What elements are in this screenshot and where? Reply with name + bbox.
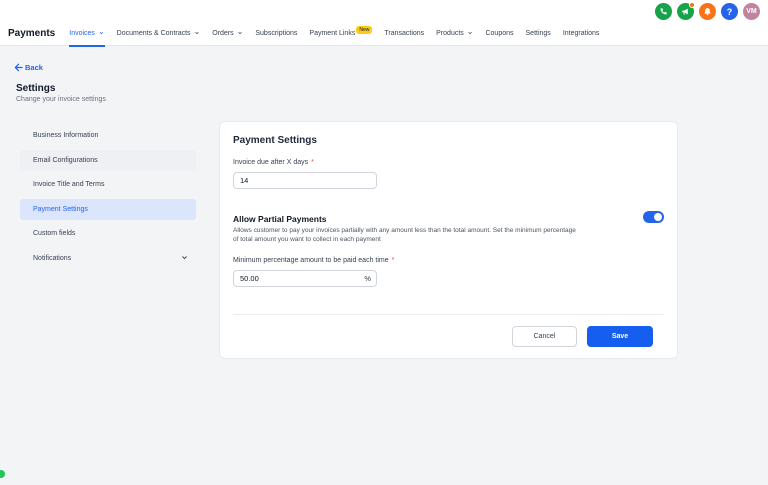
partial-payments-description: Allows customer to pay your invoices par…	[233, 227, 576, 243]
nav-item-invoices[interactable]: Invoices ⌄	[69, 22, 106, 47]
min-percentage-value: 50.00	[240, 274, 259, 283]
sidebar-item-notifications[interactable]: Notifications	[20, 248, 196, 269]
page-subtitle: Change your invoice settings	[16, 96, 106, 103]
nav-item-label: Settings	[525, 30, 551, 37]
phone-icon[interactable]	[655, 3, 672, 20]
chevron-down-icon: ⌄	[236, 27, 244, 36]
chevron-down-icon: ⌄	[193, 27, 201, 36]
sidebar-item-label: Notifications	[33, 254, 72, 262]
required-marker: *	[391, 257, 395, 264]
avatar[interactable]: VM	[743, 3, 760, 20]
due-days-label-text: Invoice due after X days	[233, 159, 309, 166]
brand-title: Payments	[8, 28, 56, 39]
nav-item-subscriptions[interactable]: Subscriptions	[255, 22, 297, 46]
help-icon[interactable]: ?	[721, 3, 738, 20]
sidebar-item-business-information[interactable]: Business Information	[20, 125, 196, 146]
payment-settings-card: Payment Settings Invoice due after X day…	[220, 122, 677, 358]
nav-item-settings[interactable]: Settings	[526, 22, 551, 46]
new-badge: New	[356, 25, 373, 34]
page-title: Settings	[16, 83, 56, 94]
sidebar-item-invoice-title-and-terms[interactable]: Invoice Title and Terms	[20, 174, 196, 195]
nav-items: Invoices ⌄ Documents & Contracts ⌄ Orders ⌄ Su…	[69, 22, 611, 47]
sidebar-item-payment-settings[interactable]: Payment Settings	[20, 198, 196, 220]
chevron-down-icon	[181, 254, 188, 263]
top-icons-group: ? VM	[655, 2, 760, 20]
nav-item-label: Orders	[212, 30, 234, 37]
sidebar-item-label: Payment Settings	[33, 205, 88, 213]
sidebar-item-custom-fields[interactable]: Custom fields	[20, 223, 196, 244]
nav-item-label: Coupons	[485, 30, 514, 37]
min-percentage-label-text: Minimum percentage amount to be paid eac…	[233, 257, 389, 264]
min-percentage-label: Minimum percentage amount to be paid eac…	[233, 257, 394, 264]
partial-payments-toggle[interactable]	[643, 211, 664, 223]
toggle-knob	[654, 213, 662, 221]
nav-item-label: Subscriptions	[255, 30, 298, 37]
bell-icon[interactable]	[699, 3, 716, 20]
nav-item-payment-links[interactable]: Payment Links New	[309, 22, 373, 46]
sidebar-item-label: Invoice Title and Terms	[33, 181, 105, 188]
nav-item-label: Integrations	[562, 30, 600, 37]
main-nav: Payments Invoices ⌄ Documents & Contracts ⌄…	[0, 22, 768, 47]
due-days-value: 14	[240, 176, 249, 185]
card-title: Payment Settings	[233, 135, 317, 146]
megaphone-icon[interactable]	[677, 2, 695, 20]
min-percentage-input[interactable]: 50.00 %	[233, 270, 377, 287]
nav-item-label: Payment Links	[309, 30, 356, 37]
save-button[interactable]: Save	[587, 326, 653, 347]
sidebar-item-label: Business Information	[33, 132, 99, 139]
due-days-label: Invoice due after X days *	[233, 159, 314, 166]
nav-item-transactions[interactable]: Transactions	[384, 22, 424, 46]
required-marker: *	[311, 159, 314, 166]
chevron-down-icon: ⌄	[97, 27, 105, 36]
nav-item-integrations[interactable]: Integrations	[563, 22, 600, 46]
nav-item-products[interactable]: Products ⌄	[436, 22, 473, 46]
status-indicator-dot	[0, 470, 5, 478]
percent-suffix: %	[364, 274, 371, 283]
nav-item-documents-contracts[interactable]: Documents & Contracts ⌄	[117, 22, 201, 46]
back-link[interactable]: Back	[14, 63, 43, 72]
divider	[233, 314, 664, 315]
nav-item-coupons[interactable]: Coupons	[485, 22, 513, 46]
nav-item-orders[interactable]: Orders ⌄	[212, 22, 243, 46]
partial-payments-title: Allow Partial Payments	[233, 214, 327, 224]
notification-dot	[689, 2, 695, 8]
due-days-input[interactable]: 14	[233, 172, 377, 189]
avatar-glyph: VM	[746, 8, 757, 15]
nav-item-label: Invoices	[69, 30, 95, 37]
arrow-left-icon	[14, 63, 23, 72]
sidebar-item-email-configurations[interactable]: Email Configurations	[20, 149, 196, 171]
nav-item-label: Documents & Contracts	[116, 30, 191, 37]
back-label: Back	[25, 63, 43, 72]
sidebar-item-label: Email Configurations	[33, 156, 98, 164]
chevron-down-icon: ⌄	[466, 27, 474, 36]
help-icon-glyph: ?	[726, 6, 733, 17]
nav-item-label: Products	[436, 30, 464, 37]
cancel-button[interactable]: Cancel	[512, 326, 577, 347]
nav-item-label: Transactions	[384, 30, 425, 37]
settings-sidebar: Business Information Email Configurations…	[20, 125, 196, 272]
sidebar-item-label: Custom fields	[33, 230, 76, 237]
top-utility-bar: ? VM	[0, 0, 768, 22]
